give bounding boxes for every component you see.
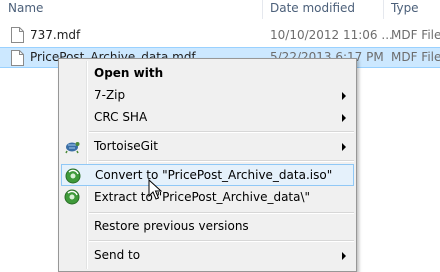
menu-item-label: 7-Zip — [94, 88, 126, 102]
menu-item-label: TortoiseGit — [94, 139, 158, 153]
menu-separator — [89, 240, 354, 242]
column-divider[interactable] — [383, 0, 384, 19]
submenu-arrow-icon — [342, 92, 346, 100]
context-menu: Open with 7-Zip CRC SHA TortoiseGit Conv… — [58, 58, 357, 272]
menu-separator — [89, 131, 354, 133]
menu-item-label: Extract to "PricePost_Archive_data\" — [94, 190, 311, 204]
file-date: 10/10/2012 11:06 ... — [270, 28, 393, 42]
mouse-cursor-icon — [148, 179, 162, 200]
submenu-arrow-icon — [342, 114, 346, 122]
menu-item-crc-sha[interactable]: CRC SHA — [61, 106, 354, 128]
file-icon — [11, 50, 24, 66]
file-name: 737.mdf — [30, 28, 81, 42]
file-type: MDF File — [391, 28, 440, 42]
menu-separator — [89, 212, 354, 214]
column-header-date[interactable]: Date modified — [270, 0, 355, 19]
tortoisegit-icon — [65, 142, 80, 154]
file-icon — [11, 27, 24, 43]
menu-item-label: Send to — [94, 248, 141, 262]
submenu-arrow-icon — [342, 252, 346, 260]
file-row[interactable]: 737.mdf 10/10/2012 11:06 ... MDF File — [0, 25, 440, 46]
menu-item-tortoisegit[interactable]: TortoiseGit — [61, 135, 354, 157]
menu-item-convert-to-iso[interactable]: Convert to "PricePost_Archive_data.iso" — [61, 164, 354, 186]
menu-item-open-with[interactable]: Open with — [61, 62, 354, 84]
extract-icon — [64, 189, 80, 205]
file-type: MDF File — [391, 50, 440, 64]
submenu-arrow-icon — [342, 143, 346, 151]
menu-item-label: CRC SHA — [94, 110, 148, 124]
menu-separator — [89, 160, 354, 162]
menu-item-label: Restore previous versions — [94, 219, 249, 233]
convert-iso-icon — [65, 168, 81, 184]
menu-item-restore-previous-versions[interactable]: Restore previous versions — [61, 215, 354, 237]
menu-item-extract-to[interactable]: Extract to "PricePost_Archive_data\" — [61, 186, 354, 208]
menu-item-send-to[interactable]: Send to — [61, 244, 354, 266]
column-divider[interactable] — [262, 0, 263, 19]
menu-item-label: Open with — [94, 66, 164, 80]
column-header-type[interactable]: Type — [391, 0, 419, 19]
menu-item-7zip[interactable]: 7-Zip — [61, 84, 354, 106]
menu-item-label: Convert to "PricePost_Archive_data.iso" — [95, 168, 333, 182]
column-header-name[interactable]: Name — [8, 0, 43, 19]
